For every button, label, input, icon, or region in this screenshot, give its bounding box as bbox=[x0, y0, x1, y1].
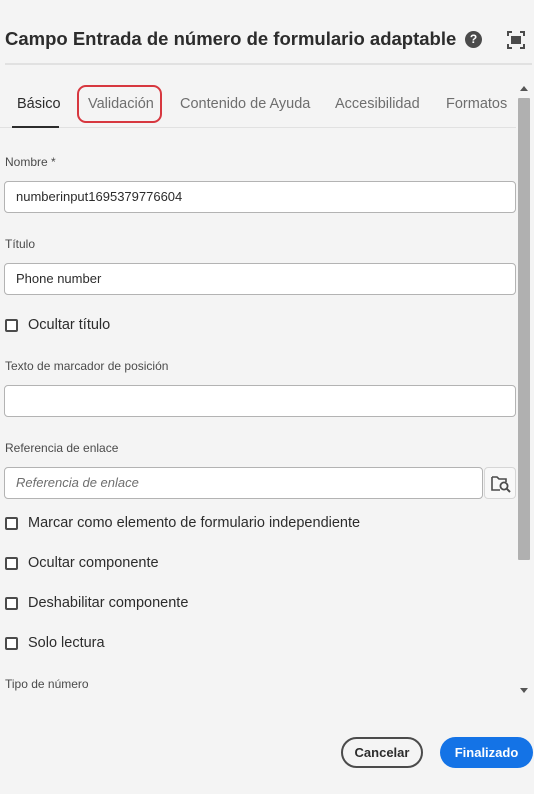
validation-tab-highlight bbox=[77, 85, 162, 123]
scroll-up-arrow-icon[interactable] bbox=[520, 86, 528, 91]
standalone-checkbox[interactable] bbox=[5, 517, 18, 530]
title-label: Título bbox=[5, 237, 36, 251]
scrollbar-thumb[interactable] bbox=[518, 98, 530, 560]
scroll-down-arrow-icon[interactable] bbox=[520, 688, 528, 693]
hide-title-label: Ocultar título bbox=[28, 317, 111, 333]
help-icon[interactable]: ? bbox=[465, 31, 482, 48]
hide-component-checkbox[interactable] bbox=[5, 557, 18, 570]
disable-component-checkbox[interactable] bbox=[5, 597, 18, 610]
read-only-label: Solo lectura bbox=[28, 635, 105, 651]
fullscreen-icon[interactable] bbox=[507, 31, 525, 49]
placeholder-label: Texto de marcador de posición bbox=[5, 359, 169, 373]
read-only-checkbox[interactable] bbox=[5, 637, 18, 650]
dialog-title: Campo Entrada de número de formulario ad… bbox=[5, 28, 457, 49]
placeholder-input[interactable] bbox=[4, 385, 516, 417]
tab-formatos[interactable]: Formatos bbox=[446, 96, 507, 112]
tab-contenido-de-ayuda[interactable]: Contenido de Ayuda bbox=[180, 96, 310, 112]
standalone-label: Marcar como elemento de formulario indep… bbox=[28, 515, 361, 531]
name-input[interactable]: numberinput1695379776604 bbox=[4, 181, 516, 213]
header-divider bbox=[5, 63, 532, 65]
tabs-divider bbox=[0, 127, 516, 128]
title-input[interactable]: Phone number bbox=[4, 263, 516, 295]
disable-component-label: Deshabilitar componente bbox=[28, 595, 189, 611]
hide-title-checkbox[interactable] bbox=[5, 319, 18, 332]
hide-component-label: Ocultar componente bbox=[28, 555, 159, 571]
bind-ref-label: Referencia de enlace bbox=[5, 441, 119, 455]
tab-basico[interactable]: Básico bbox=[17, 96, 61, 112]
bind-ref-input[interactable]: Referencia de enlace bbox=[4, 467, 483, 499]
tab-accesibilidad[interactable]: Accesibilidad bbox=[335, 96, 420, 112]
selected-tab-indicator bbox=[12, 126, 59, 128]
number-type-label: Tipo de número bbox=[5, 677, 89, 691]
name-label: Nombre * bbox=[5, 155, 56, 169]
folder-search-icon bbox=[491, 476, 511, 493]
bind-ref-picker-button[interactable] bbox=[484, 467, 516, 499]
done-button[interactable]: Finalizado bbox=[440, 737, 533, 768]
dialog-header: Campo Entrada de número de formulario ad… bbox=[0, 0, 534, 65]
cancel-button[interactable]: Cancelar bbox=[341, 737, 423, 768]
